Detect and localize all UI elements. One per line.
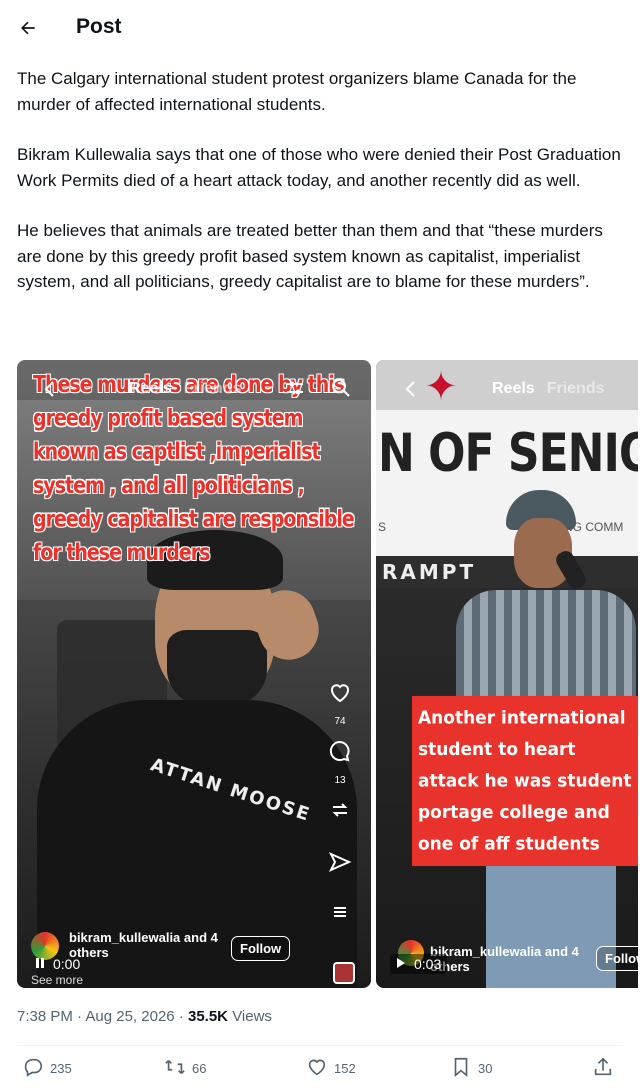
comment-icon[interactable] xyxy=(326,737,354,765)
reels-back-icon[interactable] xyxy=(43,380,57,403)
post-text: The Calgary international student protes… xyxy=(17,66,627,320)
video-thumbnail-1[interactable]: ATTAN MOOSE These murders are done by th… xyxy=(17,360,371,988)
author-name[interactable]: bikram_kullewalia and 4 others xyxy=(69,930,229,960)
follow-button[interactable]: Follow xyxy=(596,946,638,971)
filter-icon[interactable] xyxy=(285,378,305,403)
repost-button[interactable]: 66 xyxy=(164,1056,206,1081)
post-paragraph: The Calgary international student protes… xyxy=(17,69,577,114)
reels-tabs: Reels Friends xyxy=(492,380,605,398)
follow-button[interactable]: Follow xyxy=(231,936,291,961)
comment-count: 13 xyxy=(334,775,346,786)
repost-icon xyxy=(164,1056,186,1081)
play-icon[interactable] xyxy=(396,956,406,972)
video-time: 0:00 xyxy=(53,956,81,972)
person-beard xyxy=(167,630,267,710)
reel-actions: 74 13 xyxy=(325,678,355,926)
like-button[interactable]: 152 xyxy=(306,1056,356,1081)
maple-leaf-icon: ✦ xyxy=(424,365,458,409)
audio-thumbnail[interactable] xyxy=(333,962,355,984)
banner-text: N OF SENIOR C xyxy=(378,422,638,485)
tab-reels[interactable]: Reels xyxy=(492,380,535,398)
share-button[interactable] xyxy=(592,1056,614,1081)
views-count: 35.5K xyxy=(187,1008,229,1025)
bookmark-icon xyxy=(450,1056,472,1081)
video-timecode: 0:00 xyxy=(35,956,80,972)
video-timecode: 0:03 xyxy=(390,954,448,974)
like-count: 152 xyxy=(334,1061,356,1076)
bookmark-button[interactable]: 30 xyxy=(450,1056,492,1081)
bookmark-count: 30 xyxy=(478,1061,493,1076)
repost-count: 66 xyxy=(192,1061,207,1076)
reply-icon xyxy=(22,1056,44,1081)
action-bar: 235 66 152 30 xyxy=(0,1056,640,1086)
remix-icon[interactable] xyxy=(326,796,354,824)
top-bar: Post xyxy=(0,0,640,56)
reels-back-icon[interactable] xyxy=(404,380,418,403)
divider xyxy=(17,1045,623,1046)
video-thumbnail-2[interactable]: ✦ N OF SENIOR C S NG COMM RAMPT Another … xyxy=(376,360,638,988)
see-more-link[interactable]: See more xyxy=(31,973,83,987)
back-arrow-icon[interactable] xyxy=(16,16,40,40)
reply-button[interactable]: 235 xyxy=(22,1056,72,1081)
pause-icon[interactable] xyxy=(35,956,45,972)
video-overlay-text: These murders are done by this greedy pr… xyxy=(33,371,355,566)
like-count: 74 xyxy=(334,716,346,727)
share-icon xyxy=(592,1056,614,1081)
post-date[interactable]: Aug 25, 2026 xyxy=(85,1008,174,1025)
banner-strip-text: RAMPT xyxy=(382,560,477,584)
more-icon[interactable] xyxy=(326,898,354,926)
post-time[interactable]: 7:38 PM xyxy=(17,1008,73,1025)
heart-icon xyxy=(306,1056,328,1081)
tab-friends[interactable]: Friends xyxy=(184,380,242,398)
search-icon[interactable] xyxy=(331,378,351,403)
tab-friends[interactable]: Friends xyxy=(547,380,605,398)
author-name[interactable]: bikram_kullewalia and 4 others xyxy=(430,944,590,974)
views-label: Views xyxy=(232,1008,272,1025)
share-icon[interactable] xyxy=(326,848,354,876)
heart-icon[interactable] xyxy=(326,678,354,706)
video-overlay-text: Another international student to heart a… xyxy=(412,695,638,867)
banner-small-left: S xyxy=(378,520,387,534)
post-meta: 7:38 PM · Aug 25, 2026 · 35.5K Views xyxy=(17,1008,272,1025)
post-paragraph: He believes that animals are treated bet… xyxy=(17,221,603,291)
reels-tabs: Reels Friends xyxy=(129,380,242,398)
tab-reels[interactable]: Reels xyxy=(129,380,172,398)
video-time: 0:03 xyxy=(414,956,442,972)
post-paragraph: Bikram Kullewalia says that one of those… xyxy=(17,145,621,190)
page-title: Post xyxy=(76,15,122,38)
reply-count: 235 xyxy=(50,1061,72,1076)
